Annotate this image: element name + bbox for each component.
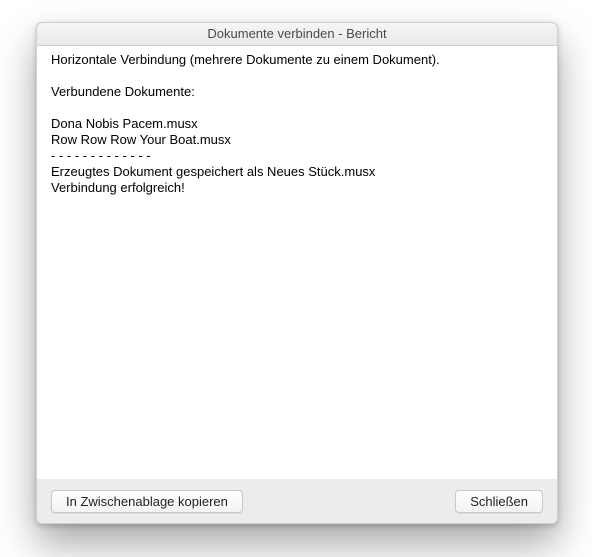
close-button[interactable]: Schließen <box>455 490 543 513</box>
button-bar: In Zwischenablage kopieren Schließen <box>37 479 557 523</box>
window-title: Dokumente verbinden - Bericht <box>37 23 557 46</box>
dialog-window: Dokumente verbinden - Bericht Horizontal… <box>36 22 558 524</box>
copy-to-clipboard-button[interactable]: In Zwischenablage kopieren <box>51 490 243 513</box>
report-text-area[interactable]: Horizontale Verbindung (mehrere Dokument… <box>37 46 557 479</box>
